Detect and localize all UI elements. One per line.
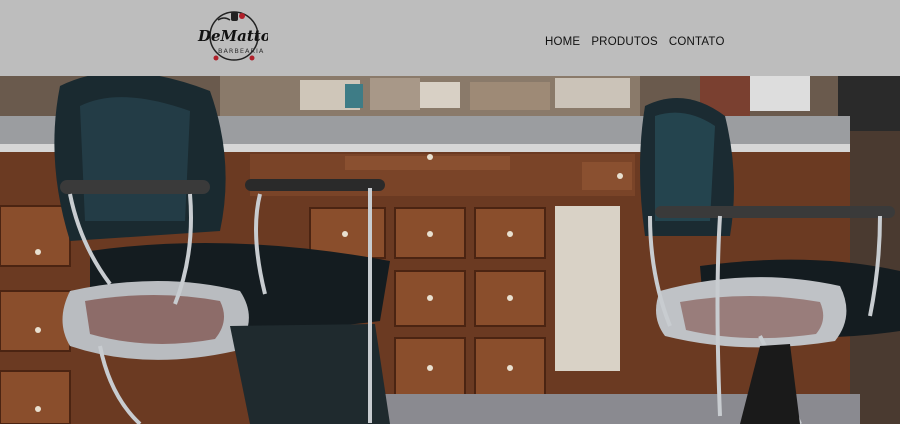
nav-contato[interactable]: CONTATO — [669, 36, 725, 48]
site-header: DeMattos BARBEARIA HOME PRODUTOS CONTATO — [0, 0, 900, 76]
barbershop-chairs-photo — [0, 76, 900, 424]
logo-emblem-icon: DeMattos BARBEARIA — [197, 11, 280, 61]
nav-home[interactable]: HOME — [545, 36, 580, 48]
main-nav: HOME PRODUTOS CONTATO — [545, 36, 725, 48]
brand-logo[interactable]: DeMattos BARBEARIA — [196, 8, 280, 66]
hero-banner — [0, 76, 900, 424]
svg-text:DeMattos: DeMattos — [197, 27, 268, 45]
svg-text:BARBEARIA: BARBEARIA — [218, 47, 264, 55]
nav-produtos[interactable]: PRODUTOS — [591, 36, 658, 48]
